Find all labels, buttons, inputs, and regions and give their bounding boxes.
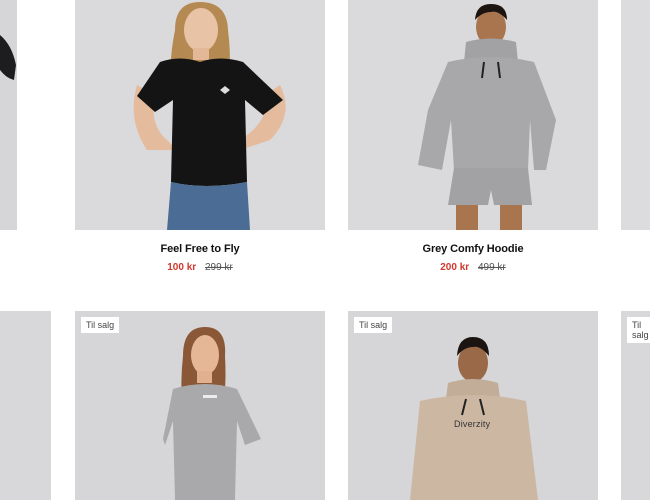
model-photo-illustration xyxy=(348,0,598,230)
product-card-feel-free-to-fly[interactable]: Feel Free to Fly 100 kr 299 kr xyxy=(75,0,325,280)
product-title[interactable]: Feel Free to Fly xyxy=(75,243,325,255)
product-card-partial-left-top[interactable] xyxy=(0,0,17,230)
original-price: 299 kr xyxy=(204,262,233,273)
sale-price: 200 kr xyxy=(440,262,470,273)
model-photo-illustration xyxy=(348,311,598,500)
model-photo-illustration xyxy=(75,311,325,500)
product-image[interactable] xyxy=(0,0,17,230)
product-card-beige-hoodie[interactable]: Til salg Diverzity xyxy=(348,311,598,500)
sale-price: 100 kr xyxy=(167,262,197,273)
sale-badge: Til salg xyxy=(627,317,650,343)
hoodie-print-text: Diverzity xyxy=(454,419,491,429)
product-image[interactable] xyxy=(621,0,650,230)
product-image[interactable] xyxy=(75,0,325,230)
product-image[interactable]: Til salg xyxy=(75,311,325,500)
product-prices: 200 kr 499 kr xyxy=(348,262,598,273)
product-title[interactable]: Grey Comfy Hoodie xyxy=(348,243,598,255)
product-image[interactable] xyxy=(0,311,51,500)
product-image[interactable]: Til salg Diverzity xyxy=(348,311,598,500)
model-photo-illustration xyxy=(75,0,325,230)
model-photo-illustration xyxy=(0,35,16,80)
product-image[interactable] xyxy=(348,0,598,230)
product-card-grey-tee[interactable]: Til salg xyxy=(75,311,325,500)
sale-badge: Til salg xyxy=(81,317,120,333)
product-image[interactable]: Til salg xyxy=(621,311,650,500)
product-prices: 100 kr 299 kr xyxy=(75,262,325,273)
sale-badge: Til salg xyxy=(354,317,393,333)
product-card-grey-comfy-hoodie[interactable]: Grey Comfy Hoodie 200 kr 499 kr xyxy=(348,0,598,280)
product-card-partial-right-bottom[interactable]: Til salg xyxy=(621,311,650,500)
product-card-partial-right-top[interactable] xyxy=(621,0,650,230)
product-card-partial-left-bottom[interactable] xyxy=(0,311,51,500)
original-price: 499 kr xyxy=(477,262,506,273)
